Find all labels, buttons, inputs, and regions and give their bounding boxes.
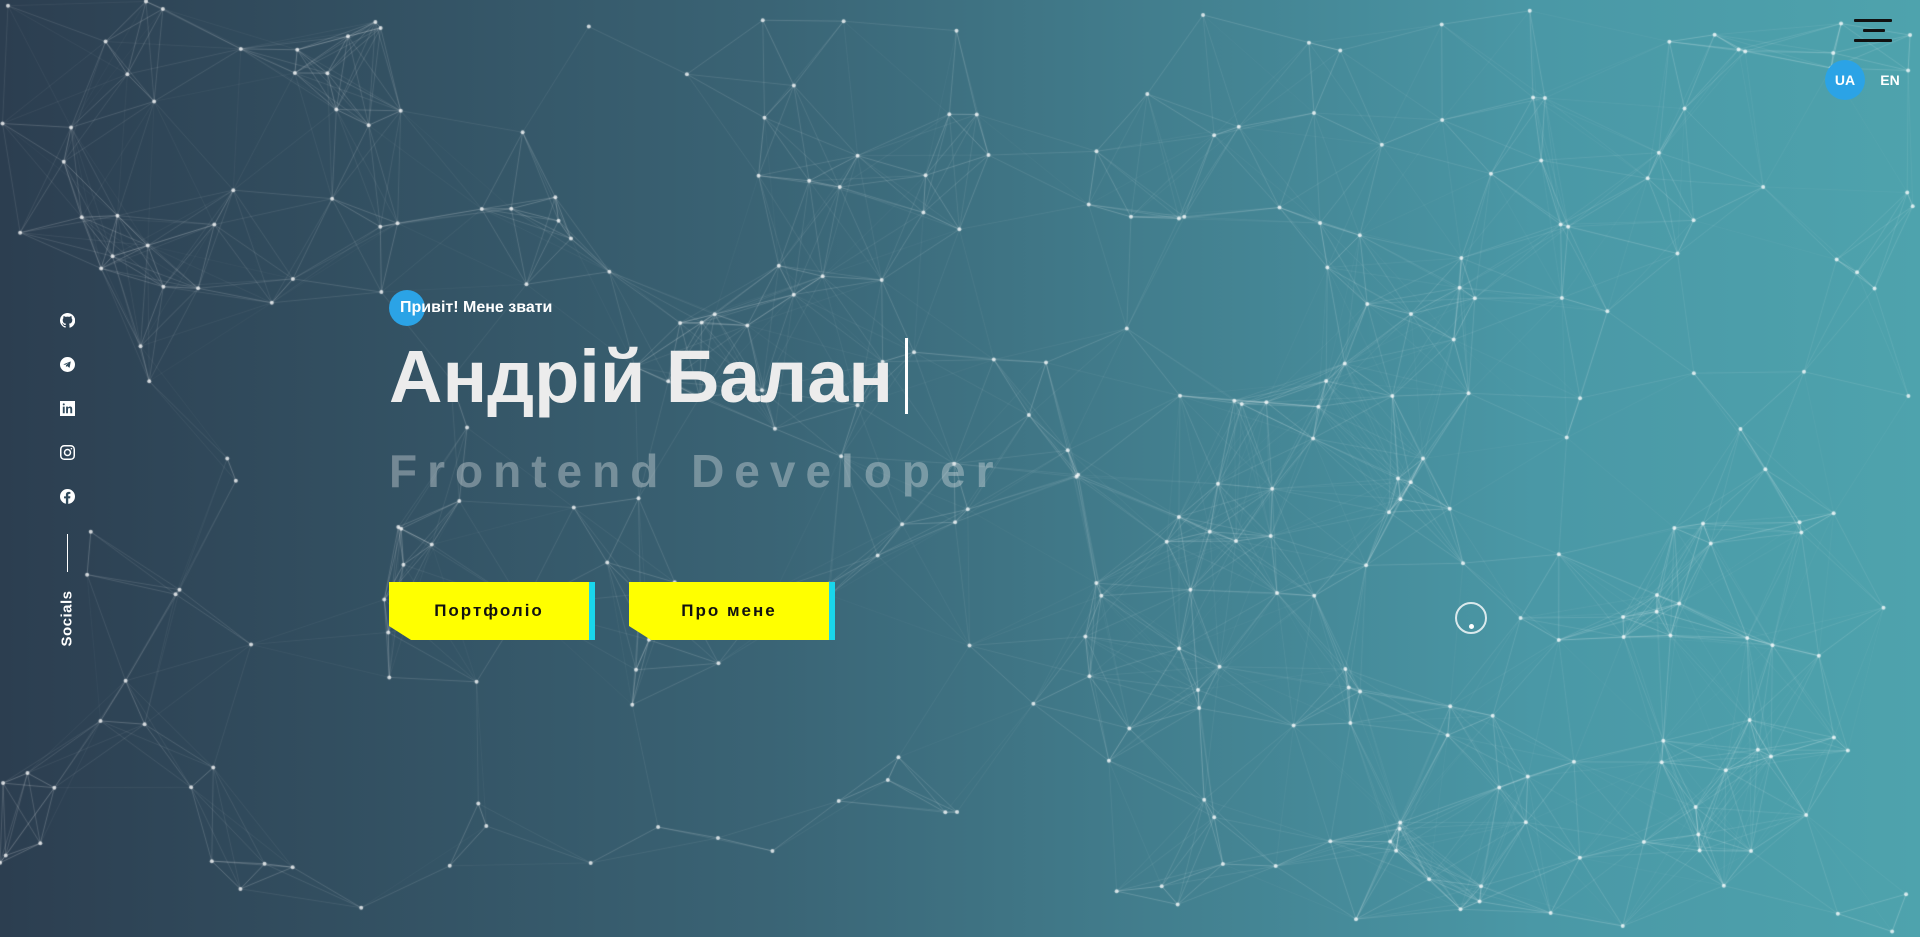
hero-section: Привіт! Мене звати Андрій Балан Frontend…	[389, 290, 1004, 498]
hero-role: Frontend Developer	[389, 445, 1004, 497]
about-button[interactable]: Про мене	[629, 582, 835, 640]
telegram-icon	[59, 356, 75, 372]
socials-divider	[66, 534, 68, 572]
lang-en-button[interactable]: EN	[1870, 60, 1910, 100]
github-icon	[59, 312, 75, 328]
hero-name-text: Андрій Балан	[389, 334, 894, 418]
telegram-link[interactable]	[57, 354, 77, 374]
linkedin-link[interactable]	[57, 398, 77, 418]
facebook-icon	[59, 488, 75, 504]
custom-cursor	[1455, 602, 1487, 634]
greeting: Привіт! Мене звати	[389, 290, 1004, 326]
facebook-link[interactable]	[57, 486, 77, 506]
socials-sidebar: Socials	[57, 310, 77, 647]
hamburger-icon[interactable]	[1854, 19, 1892, 43]
typing-cursor	[905, 338, 909, 414]
hero-name: Андрій Балан	[389, 334, 1004, 418]
portfolio-button[interactable]: Портфоліо	[389, 582, 595, 640]
greeting-text: Привіт! Мене звати	[400, 299, 553, 316]
instagram-icon	[59, 444, 75, 460]
instagram-link[interactable]	[57, 442, 77, 462]
linkedin-icon	[59, 400, 75, 416]
github-link[interactable]	[57, 310, 77, 330]
lang-ua-button[interactable]: UA	[1825, 60, 1865, 100]
socials-label: Socials	[58, 590, 76, 647]
